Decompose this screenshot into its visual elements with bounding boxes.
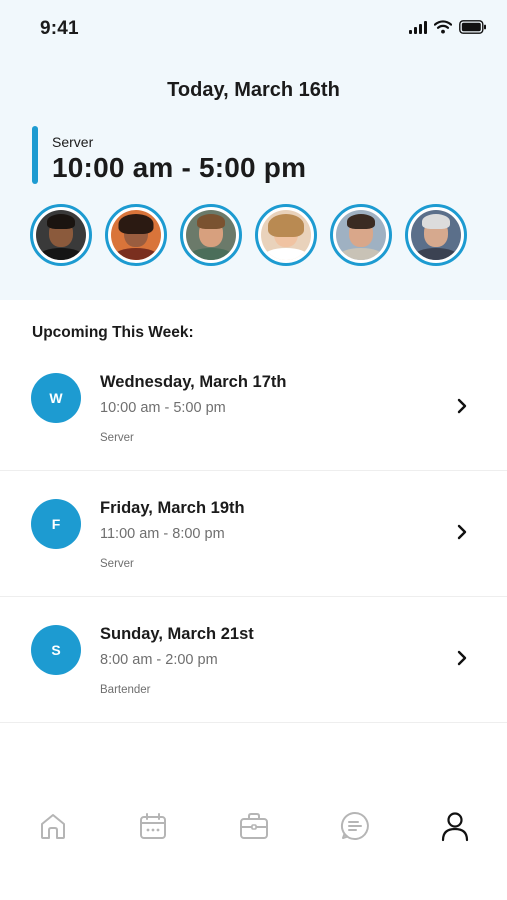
day-badge: F — [31, 499, 81, 549]
current-shift-card[interactable]: Server 10:00 am - 5:00 pm — [32, 126, 306, 184]
shift-accent-bar — [32, 126, 38, 184]
current-shift-hours: 10:00 am - 5:00 pm — [52, 152, 307, 183]
chevron-right-icon[interactable] — [455, 397, 469, 415]
shift-role: Bartender — [100, 684, 151, 696]
calendar-icon — [140, 813, 166, 839]
tab-jobs[interactable] — [232, 804, 276, 848]
coworker-avatars — [30, 204, 467, 266]
shift-date: Sunday, March 21st — [100, 625, 254, 643]
today-panel: 9:41 Today, March 16th Server 10:00 am -… — [0, 0, 507, 300]
shift-hours: 8:00 am - 2:00 pm — [100, 652, 218, 668]
avatar[interactable] — [330, 204, 392, 266]
messages-icon — [340, 811, 369, 840]
tab-profile[interactable] — [433, 804, 477, 848]
day-badge: S — [31, 625, 81, 675]
cellular-signal-icon — [409, 20, 427, 34]
shift-role: Server — [100, 558, 134, 570]
battery-icon — [459, 20, 487, 34]
shift-hours: 11:00 am - 8:00 pm — [100, 526, 225, 542]
avatar[interactable] — [405, 204, 467, 266]
tab-bar — [0, 790, 507, 860]
avatar[interactable] — [105, 204, 167, 266]
tab-home[interactable] — [31, 804, 75, 848]
shift-date: Friday, March 19th — [100, 499, 245, 517]
status-icons — [409, 20, 487, 34]
list-item[interactable]: F Friday, March 19th 11:00 am - 8:00 pm … — [0, 471, 507, 597]
avatar[interactable] — [255, 204, 317, 266]
list-item[interactable]: W Wednesday, March 17th 10:00 am - 5:00 … — [0, 345, 507, 471]
home-icon — [41, 814, 65, 839]
status-time: 9:41 — [40, 18, 79, 39]
upcoming-shift-list: W Wednesday, March 17th 10:00 am - 5:00 … — [0, 345, 507, 723]
wifi-icon — [434, 20, 452, 34]
chevron-right-icon[interactable] — [455, 649, 469, 667]
upcoming-title: Upcoming This Week: — [32, 324, 194, 341]
avatar[interactable] — [30, 204, 92, 266]
tab-calendar[interactable] — [131, 804, 175, 848]
briefcase-icon — [240, 813, 268, 839]
profile-icon — [441, 812, 469, 842]
list-item[interactable]: S Sunday, March 21st 8:00 am - 2:00 pm B… — [0, 597, 507, 723]
tab-messages[interactable] — [333, 804, 377, 848]
shift-role: Server — [100, 432, 134, 444]
current-shift-role: Server — [52, 134, 94, 150]
shift-hours: 10:00 am - 5:00 pm — [100, 400, 226, 416]
page-title: Today, March 16th — [167, 79, 340, 101]
avatar[interactable] — [180, 204, 242, 266]
shift-date: Wednesday, March 17th — [100, 373, 287, 391]
chevron-right-icon[interactable] — [455, 523, 469, 541]
day-badge: W — [31, 373, 81, 423]
status-bar: 9:41 — [0, 0, 507, 58]
